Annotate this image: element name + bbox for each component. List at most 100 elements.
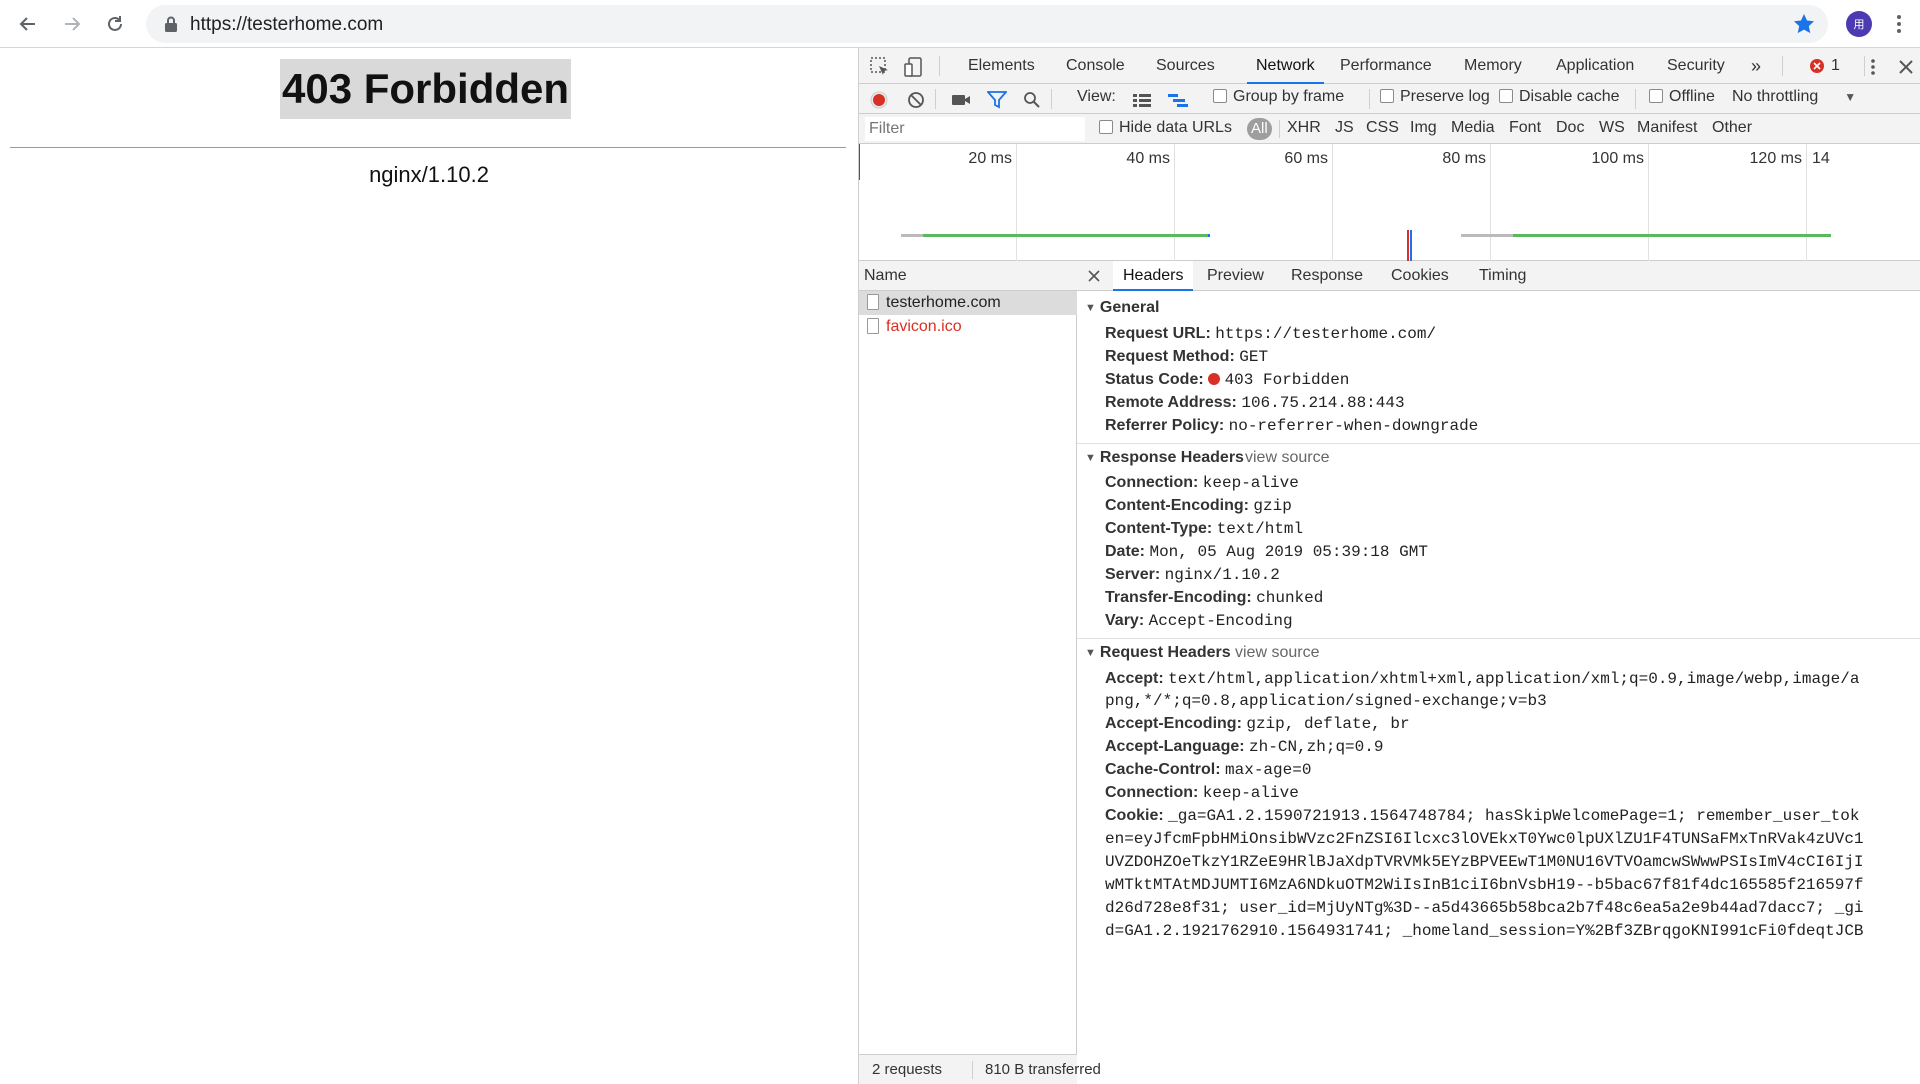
profile-avatar[interactable]: 用	[1846, 11, 1872, 37]
close-icon[interactable]	[1088, 270, 1100, 282]
tab-sources[interactable]: Sources	[1156, 48, 1215, 84]
filter-type-media[interactable]: Media	[1451, 119, 1495, 137]
tab-performance[interactable]: Performance	[1340, 48, 1432, 84]
record-icon[interactable]	[870, 91, 888, 109]
search-icon[interactable]	[1023, 91, 1041, 109]
offline-checkbox[interactable]: Offline	[1649, 88, 1715, 106]
filter-type-doc[interactable]: Doc	[1556, 119, 1584, 137]
disable-cache-checkbox[interactable]: Disable cache	[1499, 88, 1620, 106]
checkbox[interactable]	[1099, 120, 1113, 134]
filter-type-xhr[interactable]: XHR	[1287, 119, 1321, 137]
range-handle[interactable]	[859, 144, 860, 180]
back-arrow-icon[interactable]	[12, 8, 44, 40]
server-signature: nginx/1.10.2	[369, 162, 489, 187]
timeline-bar-waiting	[1461, 234, 1513, 237]
header-row: Transfer-Encoding: chunked	[1105, 589, 1324, 607]
document-file-icon	[867, 318, 879, 334]
request-count: 2 requests	[872, 1061, 943, 1078]
waterfall-overview-icon[interactable]	[1167, 92, 1189, 108]
tab-elements[interactable]: Elements	[968, 48, 1035, 84]
filter-type-other[interactable]: Other	[1712, 119, 1752, 137]
filter-type-css[interactable]: CSS	[1366, 119, 1399, 137]
forward-arrow-icon[interactable]	[56, 8, 88, 40]
section-response-headers[interactable]: ▼ Response Headers	[1085, 449, 1244, 467]
section-general[interactable]: ▼ General	[1085, 299, 1159, 317]
checkbox[interactable]	[1213, 89, 1227, 103]
filter-type-ws[interactable]: WS	[1599, 119, 1625, 137]
tab-headers[interactable]: Headers	[1113, 261, 1194, 291]
hide-data-urls-checkbox[interactable]: Hide data URLs	[1099, 119, 1232, 137]
close-icon[interactable]	[1895, 56, 1917, 78]
triangle-down-icon: ▼	[1085, 302, 1096, 314]
url-text[interactable]: https://testerhome.com	[190, 14, 383, 36]
tab-timing[interactable]: Timing	[1479, 261, 1526, 291]
tick-label: 20 ms	[968, 150, 1012, 167]
header-row: Content-Encoding: gzip	[1105, 497, 1292, 515]
tab-network[interactable]: Network	[1247, 48, 1324, 84]
devtools-menu-icon[interactable]	[1862, 56, 1884, 78]
large-rows-icon[interactable]	[1132, 92, 1152, 108]
page-title: 403 Forbidden	[280, 59, 572, 119]
filter-funnel-icon[interactable]	[987, 91, 1007, 109]
filter-type-manifest[interactable]: Manifest	[1637, 119, 1697, 137]
view-source-link[interactable]: view source	[1235, 644, 1319, 662]
header-row: Referrer Policy: no-referrer-when-downgr…	[1105, 417, 1479, 435]
header-row: Connection: keep-alive	[1105, 474, 1299, 492]
tab-preview[interactable]: Preview	[1207, 261, 1264, 291]
checkbox[interactable]	[1499, 89, 1513, 103]
header-value-continuation: d26d728e8f31; user_id=MjUyNTg%3D--a5d436…	[1105, 899, 1864, 917]
load-event-marker	[1407, 230, 1409, 261]
section-divider	[1077, 443, 1920, 444]
network-overview-timeline[interactable]: 20 ms 40 ms 60 ms 80 ms 100 ms 120 ms 14	[859, 144, 1920, 261]
throttling-select[interactable]: No throttling ▼	[1732, 88, 1856, 106]
filter-type-all[interactable]: All	[1247, 118, 1272, 140]
tab-security[interactable]: Security	[1667, 48, 1725, 84]
section-request-headers[interactable]: ▼ Request Headers	[1085, 644, 1231, 662]
dom-content-loaded-marker	[1410, 230, 1412, 261]
triangle-down-icon: ▼	[1085, 452, 1096, 464]
filter-input[interactable]	[865, 117, 1085, 141]
inspect-element-icon[interactable]	[869, 56, 891, 78]
preserve-log-checkbox[interactable]: Preserve log	[1380, 88, 1490, 106]
request-name: testerhome.com	[886, 294, 1001, 311]
screenshot-camera-icon[interactable]	[951, 92, 971, 108]
reload-icon[interactable]	[99, 8, 131, 40]
error-counter[interactable]: 1	[1809, 57, 1840, 75]
header-row: Connection: keep-alive	[1105, 784, 1299, 802]
tab-response[interactable]: Response	[1291, 261, 1363, 291]
status-dot-icon	[1208, 373, 1221, 385]
device-toolbar-icon[interactable]	[903, 56, 925, 78]
header-row: Content-Type: text/html	[1105, 520, 1304, 538]
checkbox[interactable]	[1380, 89, 1394, 103]
browser-menu-icon[interactable]	[1890, 12, 1908, 36]
chevron-down-icon: ▼	[1844, 90, 1857, 104]
checkbox[interactable]	[1649, 89, 1663, 103]
devtools-tabbar: Elements Console Sources Network Perform…	[859, 48, 1920, 84]
details-tabbar: Headers Preview Response Cookies Timing	[1077, 261, 1920, 291]
more-tabs-button[interactable]: »	[1751, 48, 1761, 84]
tab-cookies[interactable]: Cookies	[1391, 261, 1449, 291]
section-divider	[1077, 638, 1920, 639]
tab-memory[interactable]: Memory	[1464, 48, 1522, 84]
address-bar[interactable]: https://testerhome.com	[146, 5, 1828, 43]
timeline-bar-request-1	[923, 234, 1208, 237]
bookmark-star-icon[interactable]	[1792, 12, 1816, 36]
column-header-name[interactable]: Name	[859, 261, 1077, 291]
timeline-bar-request-2	[1513, 234, 1831, 237]
view-source-link[interactable]: view source	[1245, 449, 1329, 467]
filter-type-img[interactable]: Img	[1410, 119, 1437, 137]
clear-icon[interactable]	[907, 91, 925, 109]
group-by-frame-checkbox[interactable]: Group by frame	[1213, 88, 1344, 106]
error-count: 1	[1831, 57, 1840, 74]
filter-type-font[interactable]: Font	[1509, 119, 1541, 137]
timeline-bar-waiting	[901, 234, 923, 237]
header-row: Server: nginx/1.10.2	[1105, 566, 1280, 584]
request-row[interactable]: testerhome.com	[859, 291, 1077, 315]
separator	[1635, 89, 1636, 109]
tab-console[interactable]: Console	[1066, 48, 1125, 84]
tab-application[interactable]: Application	[1556, 48, 1634, 84]
filter-type-js[interactable]: JS	[1335, 119, 1354, 137]
request-list: Name testerhome.com favicon.ico 2 reques…	[859, 261, 1101, 1084]
request-row[interactable]: favicon.ico	[859, 315, 1077, 339]
separator	[1369, 89, 1370, 109]
